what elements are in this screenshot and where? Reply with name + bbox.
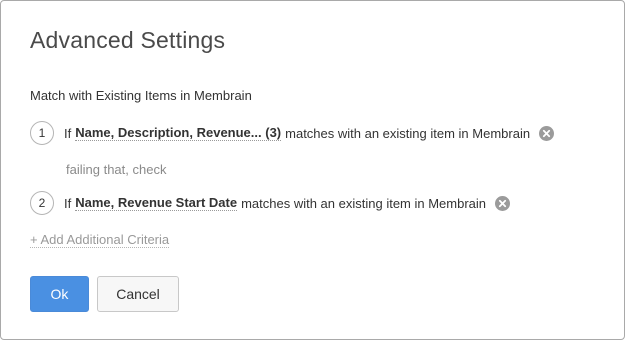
criteria-fields-selector[interactable]: Name, Revenue Start Date bbox=[75, 195, 238, 211]
criteria-prefix: If bbox=[64, 125, 72, 141]
criteria-row-2: 2 If Name, Revenue Start Date matches wi… bbox=[30, 190, 511, 216]
cancel-button[interactable]: Cancel bbox=[97, 276, 179, 312]
criteria-prefix: If bbox=[64, 195, 72, 211]
criteria-number-badge: 1 bbox=[30, 121, 54, 145]
remove-circle-icon[interactable] bbox=[539, 125, 555, 141]
match-section-label: Match with Existing Items in Membrain bbox=[30, 88, 252, 103]
add-criteria-link[interactable]: + Add Additional Criteria bbox=[30, 232, 170, 248]
dialog-title: Advanced Settings bbox=[30, 27, 226, 53]
criteria-fields-selector[interactable]: Name, Description, Revenue... (3) bbox=[75, 125, 282, 141]
criteria-row-1: 1 If Name, Description, Revenue... (3) m… bbox=[30, 120, 555, 146]
remove-circle-icon[interactable] bbox=[495, 195, 511, 211]
criteria-suffix: matches with an existing item in Membrai… bbox=[241, 195, 487, 211]
fallback-text: failing that, check bbox=[66, 162, 167, 177]
criteria-number-badge: 2 bbox=[30, 191, 54, 215]
criteria-suffix: matches with an existing item in Membrai… bbox=[285, 125, 531, 141]
ok-button[interactable]: Ok bbox=[30, 276, 89, 312]
advanced-settings-dialog: Advanced Settings Match with Existing It… bbox=[0, 0, 625, 340]
